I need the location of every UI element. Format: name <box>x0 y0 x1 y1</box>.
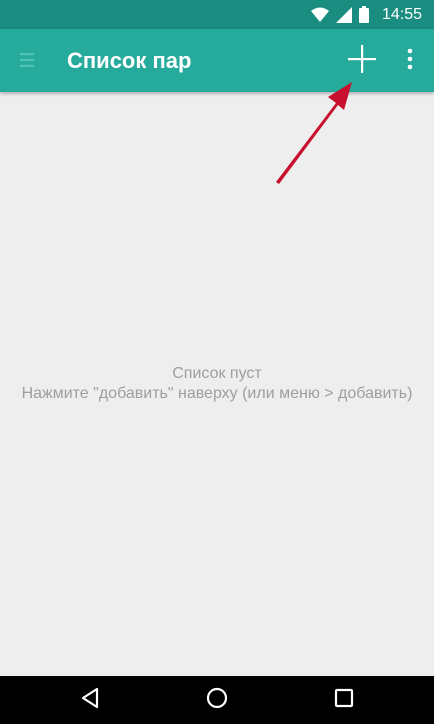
empty-state: Список пуст Нажмите "добавить" наверху (… <box>0 364 434 404</box>
overflow-menu-button[interactable] <box>396 39 424 83</box>
add-button[interactable] <box>340 39 384 83</box>
back-button[interactable] <box>66 680 114 720</box>
back-icon <box>80 687 100 714</box>
add-icon <box>347 44 377 79</box>
home-icon <box>205 686 229 715</box>
recents-icon <box>333 687 355 714</box>
page-title: Список пар <box>67 48 192 73</box>
annotation-arrow <box>276 82 352 184</box>
status-icons: 14:55 <box>310 0 434 29</box>
navigation-bar <box>0 676 434 724</box>
battery-icon <box>358 6 369 23</box>
status-bar: 14:55 <box>0 0 434 29</box>
wifi-icon <box>310 7 329 23</box>
empty-state-hint: Нажмите "добавить" наверху (или меню > д… <box>21 385 413 402</box>
signal-icon <box>335 6 352 23</box>
home-button[interactable] <box>193 680 241 720</box>
app-toolbar: Список пар <box>0 29 434 92</box>
overflow-menu-icon <box>406 48 414 75</box>
empty-state-title: Список пуст <box>172 365 262 382</box>
recents-button[interactable] <box>320 680 368 720</box>
drawer-icon[interactable] <box>17 50 37 70</box>
status-time: 14:55 <box>381 5 422 23</box>
